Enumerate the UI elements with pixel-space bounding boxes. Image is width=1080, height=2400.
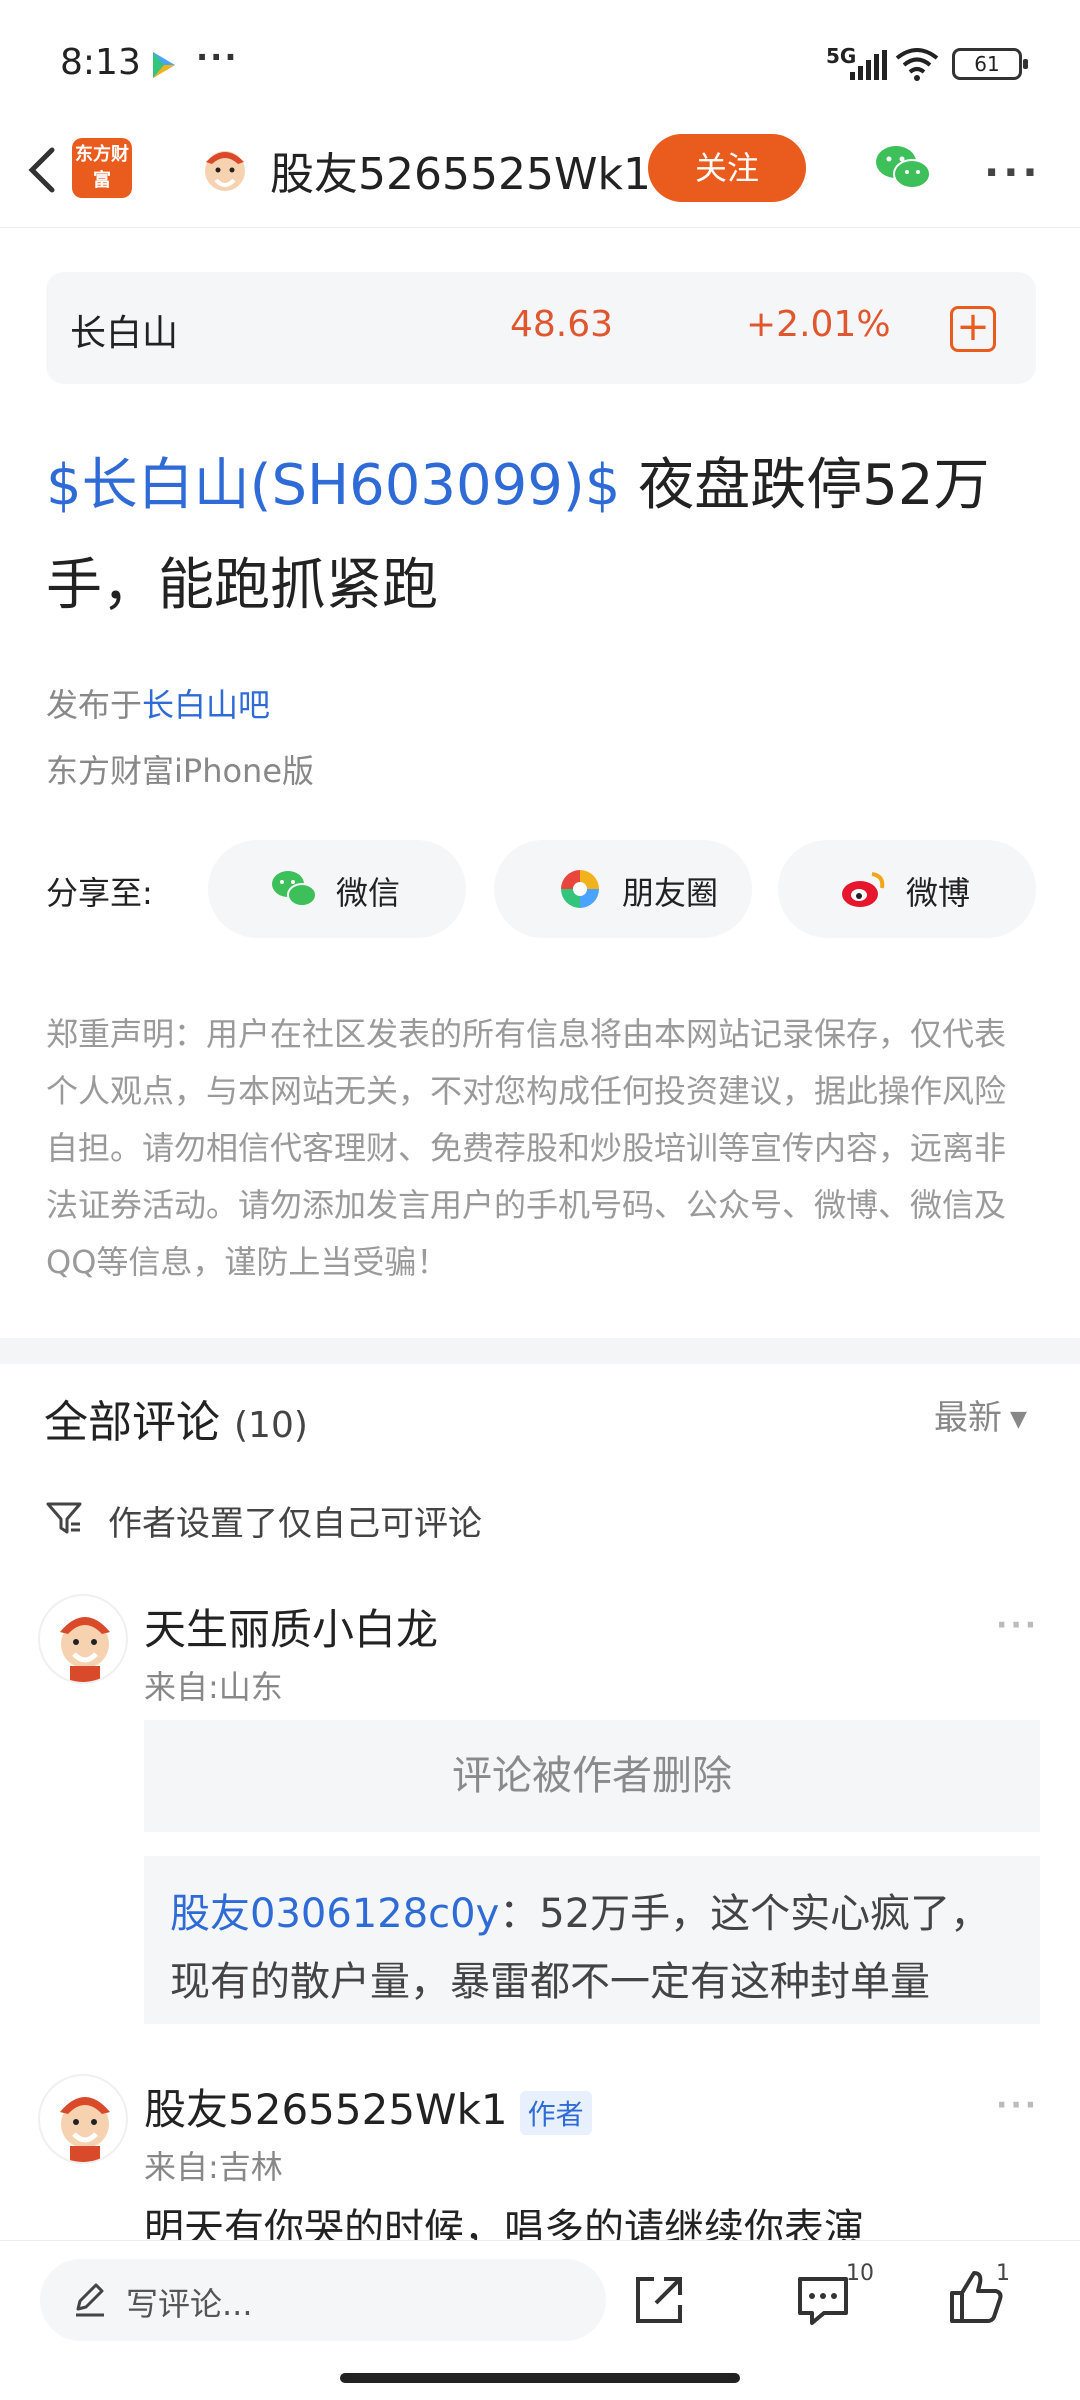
commenter-location: 来自:吉林 [144, 2148, 283, 2186]
more-options-icon[interactable]: ··· [984, 150, 1042, 196]
commenter-location: 来自:山东 [144, 1668, 283, 1706]
weibo-icon [842, 872, 885, 907]
status-time: 8:13 [60, 42, 141, 83]
section-divider [0, 1338, 1080, 1364]
stock-price: 48.63 [510, 304, 614, 345]
share-wechat-label: 微信 [336, 874, 401, 912]
caret-down-icon: ▼ [1010, 1407, 1027, 1432]
published-prefix: 发布于 [46, 686, 143, 724]
app-logo[interactable]: 东方财富 [72, 138, 132, 198]
commenter-name[interactable]: 天生丽质小白龙 [144, 1596, 438, 1657]
post-published-in: 发布于长白山吧 [46, 680, 270, 726]
share-wechat-button[interactable]: 微信 [208, 840, 466, 938]
stock-change: +2.01% [746, 304, 891, 345]
share-label: 分享至: [46, 874, 153, 912]
home-indicator [340, 2373, 740, 2383]
share-icon[interactable] [630, 2271, 688, 2329]
like-count-badge: 1 [996, 2261, 1010, 2286]
status-bar: 8:13 ··· 5G 61 [0, 0, 1080, 120]
follow-button[interactable]: 关注 [648, 134, 806, 202]
quoted-user-link[interactable]: 股友0306128c0y [170, 1891, 499, 1937]
sort-label: 最新 [934, 1398, 1002, 1438]
author-name[interactable]: 股友5265525Wk1 [270, 138, 651, 202]
signal-icon [850, 50, 887, 80]
filter-icon [46, 1502, 82, 1534]
wechat-share-icon[interactable] [874, 142, 932, 192]
commenter-avatar[interactable] [38, 2074, 128, 2164]
commenter-name-text: 股友5265525Wk1 [144, 2085, 508, 2134]
comment-more-icon[interactable]: ··· [996, 2088, 1039, 2123]
pen-icon [76, 2283, 104, 2317]
author-badge: 作者 [519, 2090, 592, 2135]
add-watchlist-button[interactable]: + [950, 306, 996, 352]
commenter-avatar[interactable] [38, 1594, 128, 1684]
comment-icon[interactable] [794, 2271, 852, 2329]
comment-input-placeholder: 写评论... [126, 2285, 253, 2323]
comment-more-icon[interactable]: ··· [996, 1608, 1039, 1643]
back-arrow-icon[interactable] [18, 134, 68, 204]
forum-link[interactable]: 长白山吧 [142, 686, 270, 724]
wifi-icon [895, 48, 939, 81]
post-source: 东方财富iPhone版 [46, 752, 315, 790]
battery-icon: 61 [952, 48, 1028, 80]
wechat-icon [272, 871, 317, 907]
comments-title: 全部评论 [44, 1397, 220, 1448]
share-weibo-label: 微博 [906, 874, 971, 912]
comment-count-badge: 10 [846, 2261, 874, 2286]
stock-name: 长白山 [70, 313, 179, 354]
comments-heading: 全部评论 (10) [44, 1386, 308, 1450]
stock-tag-link[interactable]: $长白山(SH603099)$ [46, 453, 620, 518]
post-title: $长白山(SH603099)$ 夜盘跌停52万手，能跑抓紧跑 [46, 436, 1046, 636]
quoted-comment[interactable]: 股友0306128c0y：52万手，这个实心疯了，现有的散户量，暴雷都不一定有这… [144, 1856, 1040, 2024]
status-more-icon: ··· [196, 38, 239, 76]
share-moments-button[interactable]: 朋友圈 [494, 840, 752, 938]
bottom-action-bar: 写评论... 10 1 [0, 2240, 1080, 2400]
comment-input[interactable]: 写评论... [40, 2259, 606, 2341]
comments-count: (10) [234, 1405, 308, 1446]
deleted-comment-notice: 评论被作者删除 [144, 1720, 1040, 1832]
commenter-name[interactable]: 股友5265525Wk1 作者 [144, 2076, 592, 2137]
comments-sort-select[interactable]: 最新 ▼ [934, 1390, 1027, 1439]
play-store-icon [153, 52, 175, 78]
stock-quote-card[interactable]: 长白山 48.63 +2.01% + [46, 272, 1036, 384]
top-nav-bar: 东方财富 股友5265525Wk1 关注 ··· [0, 120, 1080, 228]
author-avatar[interactable] [198, 142, 252, 196]
comment-restriction-notice: 作者设置了仅自己可评论 [108, 1504, 482, 1544]
avatar-figure-icon [60, 2097, 110, 2162]
avatar-figure-icon [60, 1617, 110, 1682]
moments-icon [561, 870, 599, 908]
share-moments-label: 朋友圈 [622, 874, 719, 912]
disclaimer-text: 郑重声明：用户在社区发表的所有信息将由本网站记录保存，仅代表个人观点，与本网站无… [46, 1015, 1007, 1281]
share-weibo-button[interactable]: 微博 [778, 840, 1036, 938]
